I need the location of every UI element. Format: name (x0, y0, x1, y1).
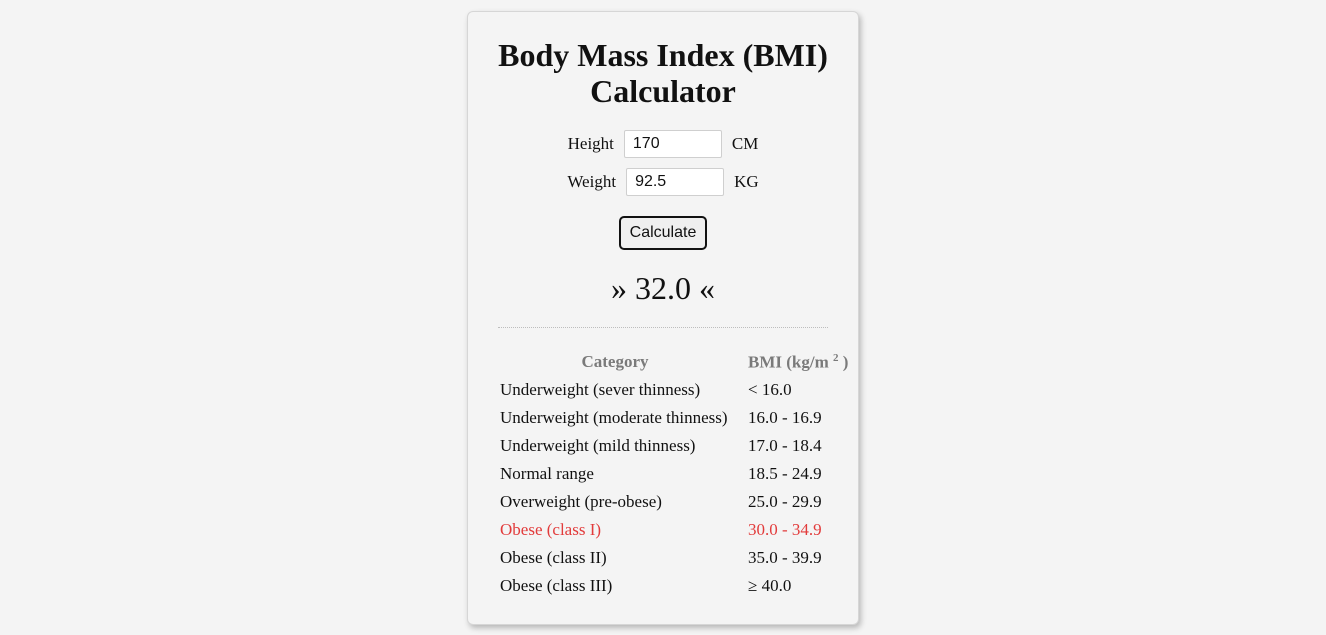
category-cell: Normal range (500, 464, 594, 483)
bmi-cell: 16.0 - 16.9 (748, 408, 822, 427)
page-title: Body Mass Index (BMI) Calculator (498, 37, 828, 109)
bmi-card: Body Mass Index (BMI) Calculator Height … (467, 11, 859, 625)
height-unit: CM (731, 134, 759, 153)
divider (498, 327, 828, 328)
weight-input[interactable] (626, 168, 725, 196)
category-cell: Obese (class I) (500, 520, 602, 539)
weight-unit: KG (734, 172, 759, 191)
column-header-bmi: BMI (kg/m 2 ) (732, 348, 850, 376)
column-header-bmi-text: BMI (kg/m (748, 352, 829, 372)
category-cell: Underweight (sever thinness) (500, 380, 701, 399)
bmi-cell: ≥ 40.0 (748, 576, 792, 595)
category-cell: Overweight (pre-obese) (500, 492, 662, 511)
table-row: Obese (class III) ≥ 40.0 (498, 572, 850, 600)
table-row: Underweight (mild thinness) 17.0 - 18.4 (498, 432, 850, 460)
height-label: Height (567, 134, 614, 153)
bmi-cell: 35.0 - 39.9 (748, 548, 822, 567)
bmi-cell: 17.0 - 18.4 (748, 436, 822, 455)
table-row: Normal range 18.5 - 24.9 (498, 460, 850, 488)
bmi-result: » 32.0 « (611, 270, 715, 306)
calculate-wrap: Calculate (468, 216, 858, 250)
table-row-highlighted: Obese (class I) 30.0 - 34.9 (498, 516, 850, 544)
weight-label: Weight (567, 172, 617, 191)
category-cell: Underweight (mild thinness) (500, 436, 696, 455)
table-header-row: Category BMI (kg/m 2 ) (498, 348, 850, 376)
category-cell: Underweight (moderate thinness) (500, 408, 728, 427)
column-header-bmi-close: ) (842, 352, 849, 372)
table-row: Overweight (pre-obese) 25.0 - 29.9 (498, 488, 850, 516)
height-row: Height CM (468, 130, 858, 158)
bmi-cell: < 16.0 (748, 380, 792, 399)
bmi-cell: 30.0 - 34.9 (748, 520, 822, 539)
bmi-cell: 25.0 - 29.9 (748, 492, 822, 511)
category-cell: Obese (class II) (500, 548, 607, 567)
table-row: Underweight (moderate thinness) 16.0 - 16… (498, 404, 850, 432)
bmi-cell: 18.5 - 24.9 (748, 464, 822, 483)
calculate-button[interactable]: Calculate (619, 216, 707, 250)
table-body: Underweight (sever thinness) < 16.0 Under… (498, 376, 850, 600)
weight-row: Weight KG (468, 168, 858, 196)
column-header-category: Category (581, 352, 649, 371)
bmi-category-table: Category BMI (kg/m 2 ) Underweight (seve… (498, 348, 850, 600)
table-row: Obese (class II) 35.0 - 39.9 (498, 544, 850, 572)
height-input[interactable] (623, 130, 722, 158)
table-row: Underweight (sever thinness) < 16.0 (498, 376, 850, 404)
category-cell: Obese (class III) (500, 576, 613, 595)
column-header-bmi-sup: 2 (833, 351, 839, 364)
